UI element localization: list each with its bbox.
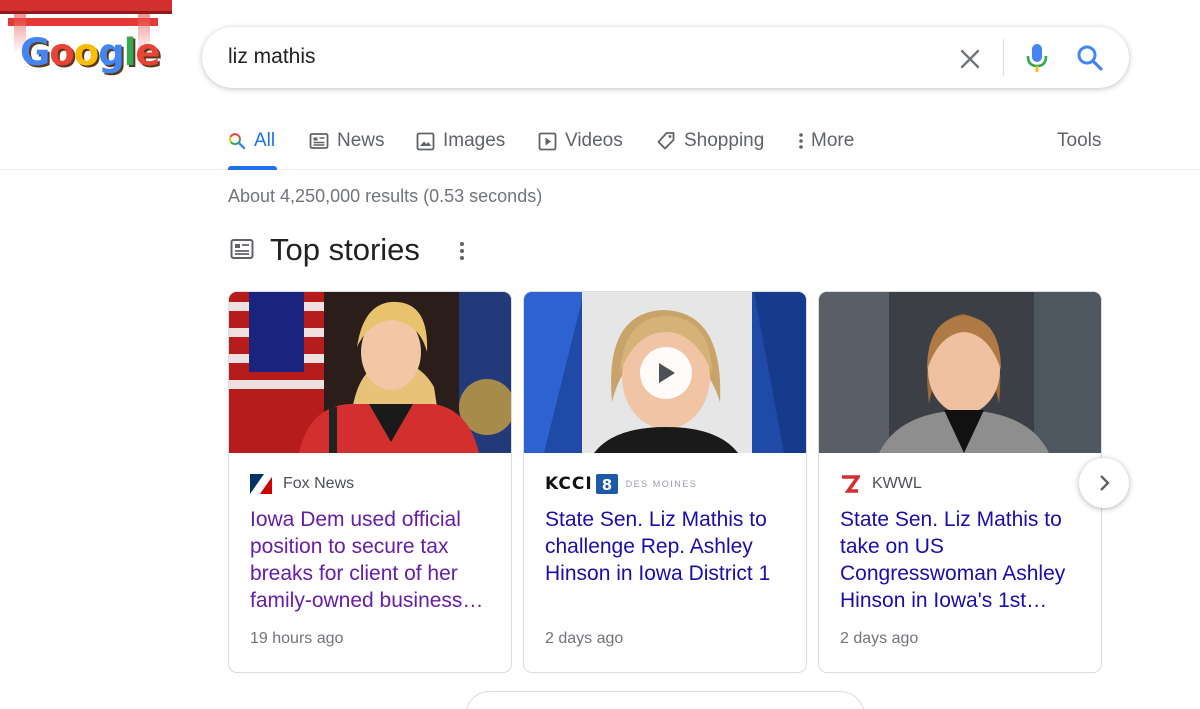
search-box-divider	[1003, 39, 1004, 76]
story-headline[interactable]: Iowa Dem used official position to secur…	[250, 506, 500, 614]
story-card[interactable]: Fox News Iowa Dem used official position…	[228, 291, 512, 673]
tools-button[interactable]: Tools	[1057, 128, 1101, 154]
tab-videos[interactable]: Videos	[538, 128, 623, 154]
tag-icon	[657, 132, 675, 150]
news-icon	[230, 239, 254, 259]
story-age: 2 days ago	[840, 630, 919, 647]
svg-text:8: 8	[601, 476, 611, 494]
voice-search-button[interactable]	[1022, 40, 1052, 76]
story-age: 2 days ago	[545, 630, 624, 647]
carousel-next-button[interactable]	[1079, 458, 1129, 508]
top-stories-menu-button[interactable]	[452, 238, 472, 264]
story-source-name: Fox News	[283, 475, 355, 492]
story-thumbnail	[819, 292, 1101, 453]
story-headline[interactable]: State Sen. Liz Mathis to take on US Cong…	[840, 506, 1090, 614]
tab-label: More	[811, 130, 855, 151]
top-stories-heading: Top stories	[270, 232, 420, 267]
fox-news-logo-icon	[250, 474, 272, 494]
tab-shopping[interactable]: Shopping	[656, 128, 764, 154]
close-icon	[960, 49, 980, 69]
tab-more[interactable]: More	[797, 128, 854, 154]
story-card[interactable]: KCCI 8 DES MOINES State Sen. Liz Mathis …	[523, 291, 807, 673]
chevron-right-icon	[1100, 475, 1110, 491]
search-icon	[229, 133, 246, 150]
tab-label: News	[337, 130, 385, 151]
google-doodle-logo[interactable]: Google	[0, 0, 175, 90]
story-source: KWWL	[840, 472, 922, 496]
video-play-button[interactable]	[640, 347, 692, 399]
more-vert-icon	[799, 133, 803, 149]
story-thumbnail	[229, 292, 511, 453]
clear-search-button[interactable]	[953, 42, 987, 76]
search-button[interactable]	[1073, 40, 1107, 76]
story-headline[interactable]: State Sen. Liz Mathis to challenge Rep. …	[545, 506, 795, 587]
torii-gate-roof	[0, 0, 172, 14]
kcci-logo-subtitle: DES MOINES	[625, 479, 698, 489]
tab-label: Images	[443, 130, 506, 151]
story-card[interactable]: KWWL State Sen. Liz Mathis to take on US…	[818, 291, 1102, 673]
more-news-button[interactable]	[465, 691, 865, 709]
play-icon	[659, 363, 675, 383]
kcci-logo-icon: 8	[595, 474, 618, 494]
kcci-logo: KCCI	[545, 474, 593, 494]
doodle-wordmark: Google	[20, 31, 161, 74]
story-thumbnail	[524, 292, 806, 453]
news-icon	[309, 133, 329, 149]
microphone-icon	[1026, 44, 1048, 72]
active-tab-indicator	[228, 166, 277, 170]
search-tabs: All News Images Videos Shopping More Too…	[0, 112, 1200, 170]
story-source: Fox News	[250, 472, 354, 496]
tab-images[interactable]: Images	[416, 128, 505, 154]
story-source-name: KWWL	[872, 475, 922, 492]
tab-label: All	[254, 130, 276, 151]
torii-gate-beam	[8, 18, 158, 26]
kwwl-logo-icon	[840, 474, 860, 494]
story-age: 19 hours ago	[250, 630, 344, 647]
tools-label: Tools	[1057, 130, 1102, 151]
search-icon	[1077, 45, 1103, 71]
result-stats: About 4,250,000 results (0.53 seconds)	[228, 186, 543, 206]
tab-label: Shopping	[684, 130, 765, 151]
image-icon	[416, 132, 435, 150]
video-icon	[538, 132, 557, 150]
more-vert-icon	[460, 242, 464, 260]
story-source: KCCI 8 DES MOINES	[545, 472, 697, 496]
search-input[interactable]	[228, 39, 928, 75]
tab-all[interactable]: All	[228, 128, 275, 154]
tab-news[interactable]: News	[309, 128, 385, 154]
tab-label: Videos	[565, 130, 623, 151]
search-box	[202, 27, 1129, 88]
